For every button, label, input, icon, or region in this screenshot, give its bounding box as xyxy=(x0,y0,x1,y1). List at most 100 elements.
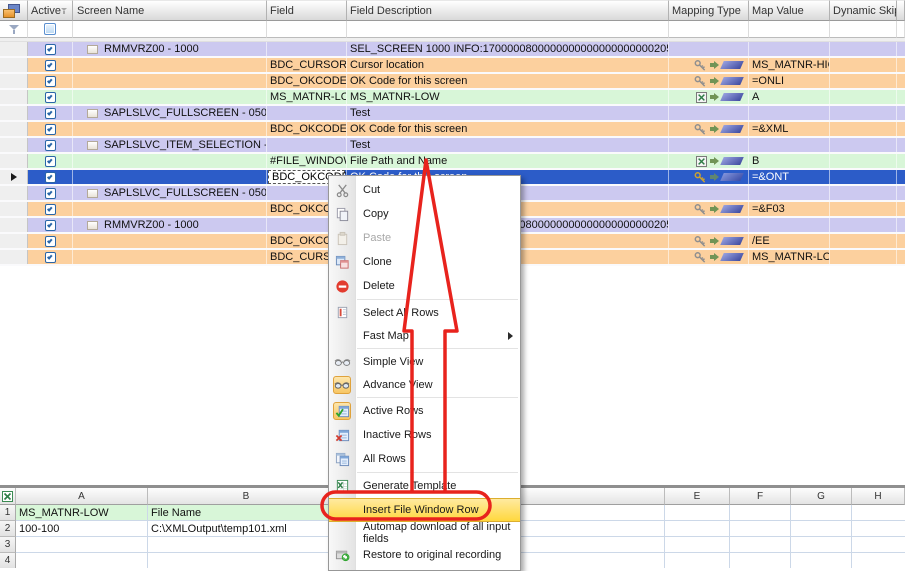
menu-item-all-rows[interactable]: All Rows xyxy=(329,447,520,471)
filter-skip-cell[interactable] xyxy=(830,21,897,38)
column-header-map-value[interactable]: Map Value xyxy=(749,0,830,21)
active-checkbox[interactable] xyxy=(45,156,56,167)
column-header-field-description[interactable]: Field Description xyxy=(347,0,669,21)
active-checkbox[interactable] xyxy=(45,60,56,71)
sheet-col-header[interactable]: E xyxy=(665,488,730,505)
filter-screen-cell[interactable] xyxy=(73,21,267,38)
context-menu: Cut Copy Paste Clone Delete Select All R… xyxy=(328,175,521,571)
key-icon xyxy=(694,75,707,88)
menu-separator xyxy=(357,299,518,300)
active-rows-icon xyxy=(333,402,351,420)
collapse-box-icon[interactable] xyxy=(87,221,98,230)
sheet-col-header[interactable]: H xyxy=(852,488,905,505)
collapse-box-icon[interactable] xyxy=(87,109,98,118)
arrow-icon xyxy=(710,61,719,69)
active-checkbox[interactable] xyxy=(45,252,56,263)
active-checkbox[interactable] xyxy=(45,124,56,135)
sheet-row-header[interactable]: 2 xyxy=(0,521,16,537)
active-checkbox[interactable] xyxy=(45,236,56,247)
filter-value-cell[interactable] xyxy=(749,21,830,38)
sheet-cell-a2[interactable]: 100-100 xyxy=(16,521,148,537)
active-checkbox[interactable] xyxy=(45,92,56,103)
select-all-rows-icon xyxy=(333,304,351,322)
delete-icon xyxy=(333,277,351,295)
menu-item-insert-file-window-row[interactable]: Insert File Window Row xyxy=(329,498,520,522)
column-header-dynamic-skip[interactable]: Dynamic Skip xyxy=(830,0,897,21)
screen-field-icon xyxy=(720,157,744,165)
arrow-icon xyxy=(710,253,719,261)
menu-item-delete[interactable]: Delete xyxy=(329,274,520,298)
menu-item-advance-view[interactable]: Advance View xyxy=(329,373,520,396)
grid-row-field[interactable]: BDC_OKCODE OK Code for this screen =&XML xyxy=(0,122,905,138)
filter-desc-cell[interactable] xyxy=(347,21,669,38)
grid-row-screen[interactable]: SAPLSLVC_FULLSCREEN - 0500 Test xyxy=(0,106,905,122)
collapse-box-icon[interactable] xyxy=(87,189,98,198)
screen-field-icon xyxy=(720,237,744,245)
active-checkbox[interactable] xyxy=(45,108,56,119)
sheet-row-header[interactable]: 4 xyxy=(0,553,16,568)
sheet-corner-cell[interactable] xyxy=(0,488,16,505)
grid-row-field[interactable]: BDC_OKCODE OK Code for this screen =ONLI xyxy=(0,74,905,90)
sheet-cell-b2[interactable]: C:\XMLOutput\temp101.xml xyxy=(148,521,345,537)
arrow-icon xyxy=(710,157,719,165)
collapse-box-icon[interactable] xyxy=(87,141,98,150)
menu-item-copy[interactable]: Copy xyxy=(329,202,520,226)
filter-funnel-icon xyxy=(61,8,67,14)
excel-icon xyxy=(2,491,13,502)
active-checkbox[interactable] xyxy=(45,76,56,87)
column-header-mapping-type[interactable]: Mapping Type xyxy=(669,0,749,21)
sheet-col-header[interactable]: A xyxy=(16,488,148,505)
filter-field-cell[interactable] xyxy=(267,21,347,38)
column-header-field[interactable]: Field xyxy=(267,0,347,21)
sheet-col-header[interactable]: F xyxy=(730,488,791,505)
sheet-row-header[interactable]: 1 xyxy=(0,505,16,521)
column-header-screen-name[interactable]: Screen Name xyxy=(73,0,267,21)
arrow-icon xyxy=(710,93,719,101)
key-icon xyxy=(694,235,707,248)
active-checkbox[interactable] xyxy=(45,140,56,151)
menu-item-select-all-rows[interactable]: Select All Rows xyxy=(329,301,520,324)
filter-row-indicator[interactable] xyxy=(0,21,28,38)
grid-row-screen[interactable]: SAPLSLVC_ITEM_SELECTION - 0500 Test xyxy=(0,138,905,154)
column-header-active[interactable]: Active xyxy=(28,0,73,21)
sheet-cell-b1[interactable]: File Name xyxy=(148,505,345,521)
key-icon xyxy=(694,59,707,72)
menu-item-clone[interactable]: Clone xyxy=(329,250,520,274)
menu-item-cut[interactable]: Cut xyxy=(329,178,520,202)
excel-template-icon xyxy=(333,477,351,495)
active-checkbox[interactable] xyxy=(45,44,56,55)
active-checkbox[interactable] xyxy=(45,172,56,183)
excel-icon xyxy=(696,92,707,103)
active-checkbox[interactable] xyxy=(45,188,56,199)
sheet-col-header[interactable]: G xyxy=(791,488,852,505)
inactive-rows-icon xyxy=(333,426,351,444)
menu-item-paste[interactable]: Paste xyxy=(329,226,520,250)
menu-item-inactive-rows[interactable]: Inactive Rows xyxy=(329,423,520,447)
sheet-cell-a1[interactable]: MS_MATNR-LOW xyxy=(16,505,148,521)
collapse-box-icon[interactable] xyxy=(87,45,98,54)
funnel-icon xyxy=(9,25,19,34)
filter-map-cell[interactable] xyxy=(669,21,749,38)
filter-active-cell[interactable] xyxy=(28,21,73,38)
active-checkbox[interactable] xyxy=(45,204,56,215)
menu-separator xyxy=(357,397,518,398)
menu-item-simple-view[interactable]: Simple View xyxy=(329,350,520,373)
menu-item-restore-original[interactable]: Restore to original recording xyxy=(329,543,520,566)
glasses-icon xyxy=(333,353,351,371)
menu-item-generate-template[interactable]: Generate Template xyxy=(329,474,520,498)
menu-item-active-rows[interactable]: Active Rows xyxy=(329,399,520,423)
menu-item-automap-download[interactable]: Automap download of all input fields xyxy=(329,522,520,543)
grid-row-field[interactable]: BDC_CURSOR Cursor location MS_MATNR-HIGH xyxy=(0,58,905,74)
sheet-row-header[interactable]: 3 xyxy=(0,537,16,553)
sheet-col-header[interactable]: B xyxy=(148,488,345,505)
grid-row-field[interactable]: MS_MATNR-LOW MS_MATNR-LOW A xyxy=(0,90,905,106)
active-checkbox[interactable] xyxy=(45,220,56,231)
grid-corner-cell[interactable] xyxy=(0,0,28,21)
grid-row-screen[interactable]: RMMVRZ00 - 1000 SEL_SCREEN 1000 INFO:170… xyxy=(0,42,905,58)
menu-item-fast-map[interactable]: Fast Map xyxy=(329,324,520,347)
submenu-arrow-icon xyxy=(508,332,513,340)
screen-field-icon xyxy=(720,93,744,101)
grid-row-field[interactable]: #FILE_WINDOW# File Path and Name B xyxy=(0,154,905,170)
cut-icon xyxy=(333,181,351,199)
menu-separator xyxy=(357,348,518,349)
